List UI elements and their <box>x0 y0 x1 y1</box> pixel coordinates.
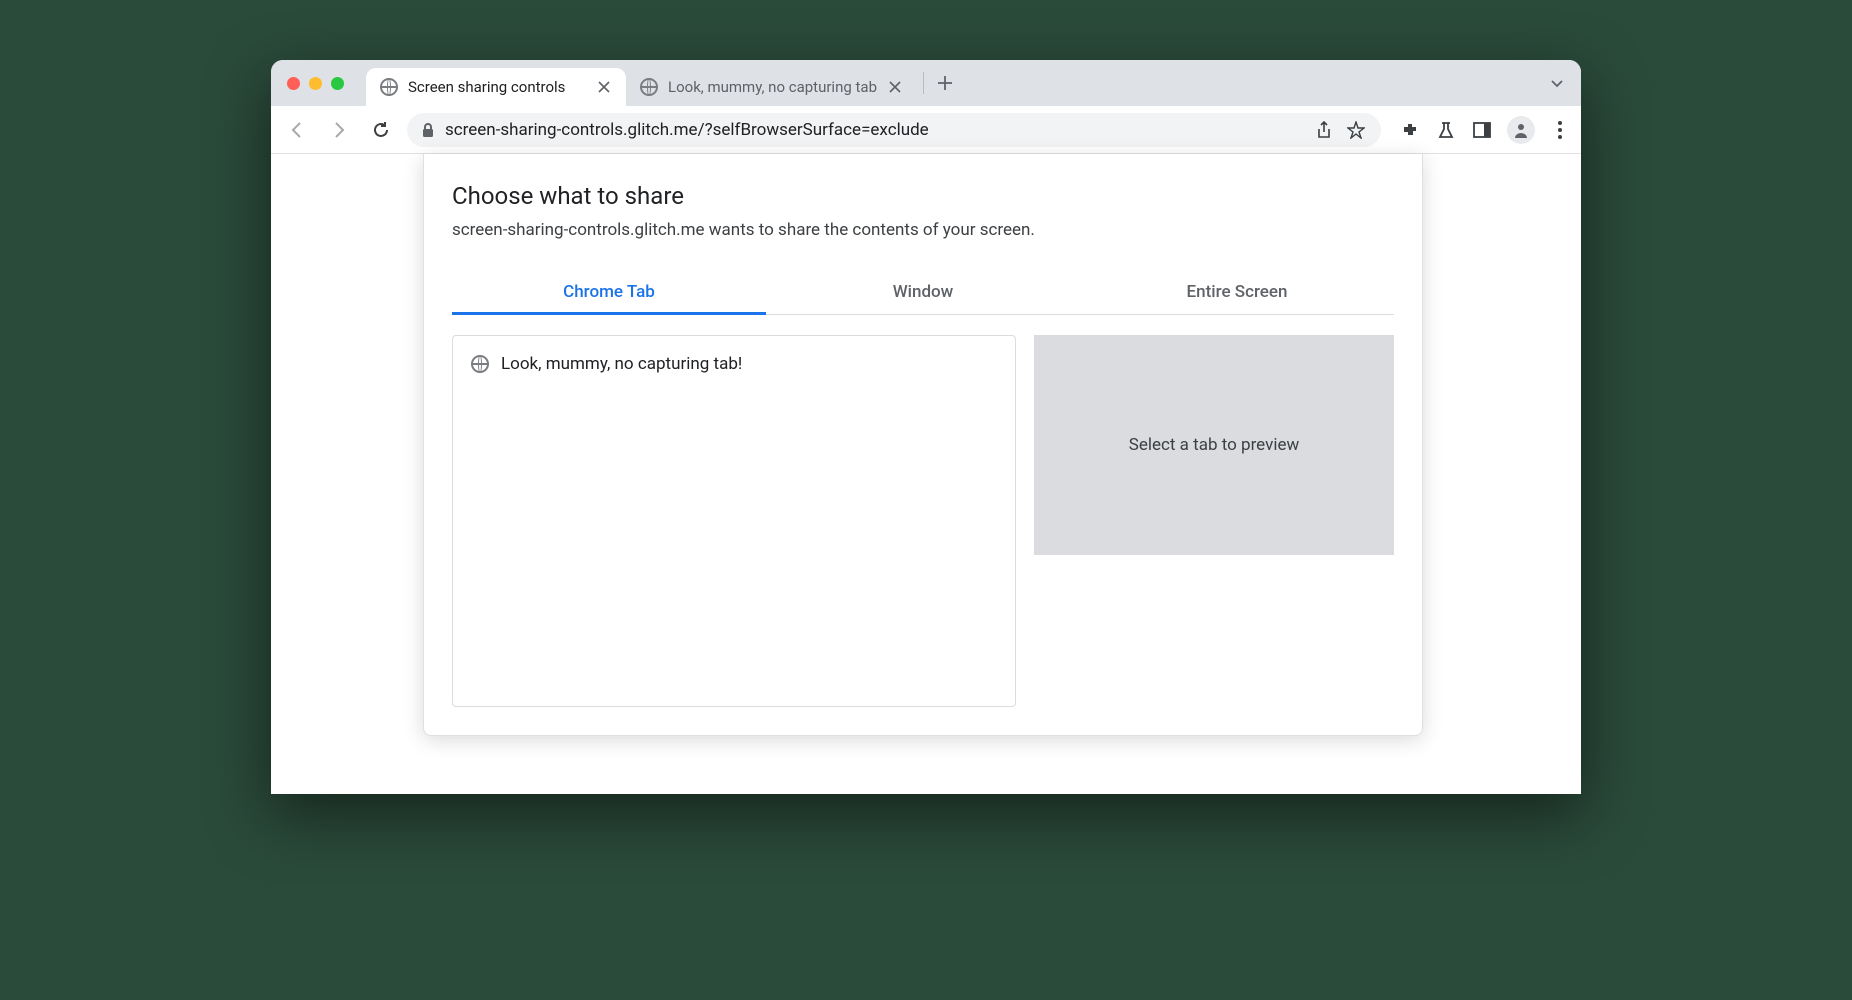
minimize-window-button[interactable] <box>309 77 322 90</box>
address-bar[interactable]: screen-sharing-controls.glitch.me/?selfB… <box>407 113 1381 147</box>
share-tab-item-title: Look, mummy, no capturing tab! <box>501 354 742 374</box>
maximize-window-button[interactable] <box>331 77 344 90</box>
reload-button[interactable] <box>365 114 397 146</box>
new-tab-button[interactable] <box>930 68 960 98</box>
browser-tab-inactive[interactable]: Look, mummy, no capturing tab <box>626 68 917 106</box>
dialog-title: Choose what to share <box>424 182 1422 220</box>
star-icon[interactable] <box>1345 119 1367 141</box>
extensions-icon[interactable] <box>1399 119 1421 141</box>
toolbar: screen-sharing-controls.glitch.me/?selfB… <box>271 106 1581 154</box>
tab-chrome-tab[interactable]: Chrome Tab <box>452 270 766 314</box>
forward-button[interactable] <box>323 114 355 146</box>
share-icon[interactable] <box>1313 119 1335 141</box>
tab-window[interactable]: Window <box>766 270 1080 314</box>
labs-icon[interactable] <box>1435 119 1457 141</box>
share-tab-list: Look, mummy, no capturing tab! <box>452 335 1016 707</box>
globe-icon <box>471 355 489 373</box>
close-window-button[interactable] <box>287 77 300 90</box>
dialog-subtitle: screen-sharing-controls.glitch.me wants … <box>424 220 1422 258</box>
globe-icon <box>380 78 398 96</box>
dialog-tabs: Chrome Tab Window Entire Screen <box>452 270 1394 315</box>
tab-bar: Screen sharing controls Look, mummy, no … <box>271 60 1581 106</box>
side-panel-icon[interactable] <box>1471 119 1493 141</box>
profile-avatar[interactable] <box>1507 116 1535 144</box>
tab-title: Screen sharing controls <box>408 78 586 96</box>
toolbar-right <box>1399 116 1571 144</box>
content-area: Choose what to share screen-sharing-cont… <box>271 154 1581 794</box>
tabs-dropdown-button[interactable] <box>1549 75 1565 91</box>
share-tab-item[interactable]: Look, mummy, no capturing tab! <box>467 350 1001 378</box>
close-tab-button[interactable] <box>596 79 612 95</box>
globe-icon <box>640 78 658 96</box>
close-tab-button[interactable] <box>887 79 903 95</box>
screen-share-dialog: Choose what to share screen-sharing-cont… <box>423 154 1423 736</box>
browser-tab-active[interactable]: Screen sharing controls <box>366 68 626 106</box>
menu-icon[interactable] <box>1549 119 1571 141</box>
preview-placeholder: Select a tab to preview <box>1129 435 1300 455</box>
tab-divider <box>923 72 924 94</box>
tab-title: Look, mummy, no capturing tab <box>668 78 877 96</box>
tab-entire-screen[interactable]: Entire Screen <box>1080 270 1394 314</box>
back-button[interactable] <box>281 114 313 146</box>
window-controls <box>287 77 344 90</box>
dialog-body: Look, mummy, no capturing tab! Select a … <box>424 315 1422 735</box>
url-text: screen-sharing-controls.glitch.me/?selfB… <box>445 120 1303 140</box>
browser-window: Screen sharing controls Look, mummy, no … <box>271 60 1581 794</box>
preview-panel: Select a tab to preview <box>1034 335 1394 555</box>
lock-icon <box>421 122 435 138</box>
